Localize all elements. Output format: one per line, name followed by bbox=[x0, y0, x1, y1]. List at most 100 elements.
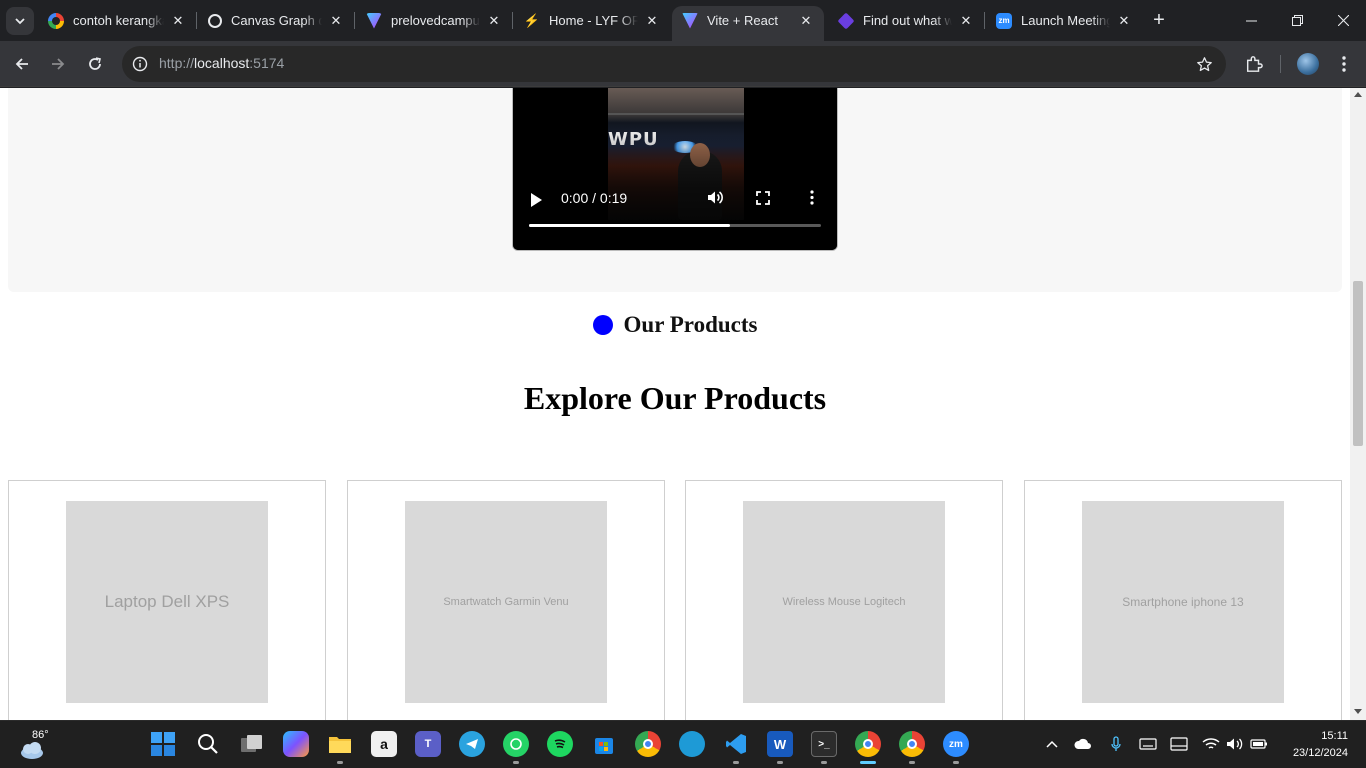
frame-shelf bbox=[608, 113, 744, 115]
avatar bbox=[1297, 53, 1319, 75]
reload-button[interactable] bbox=[79, 48, 111, 80]
info-icon[interactable] bbox=[130, 54, 150, 74]
running-indicator bbox=[337, 761, 343, 764]
chrome-icon[interactable] bbox=[635, 731, 661, 757]
close-icon[interactable]: ✕ bbox=[958, 13, 974, 29]
running-indicator bbox=[909, 761, 915, 764]
toolbar-divider bbox=[1280, 55, 1281, 73]
tab-separator bbox=[196, 12, 197, 29]
scroll-up-icon[interactable] bbox=[1354, 92, 1362, 97]
browser-toolbar: http://localhost:5174 bbox=[0, 41, 1366, 87]
windows-taskbar: 86° a T W >_ zm 15:11 23/12/2024 bbox=[0, 720, 1366, 768]
new-tab-button[interactable]: + bbox=[1147, 8, 1171, 32]
tab-prelovedcampus[interactable]: prelovedcampus ✕ bbox=[356, 6, 512, 35]
search-icon[interactable] bbox=[195, 731, 221, 757]
close-icon[interactable]: ✕ bbox=[170, 13, 186, 29]
video-progress-bar[interactable] bbox=[529, 224, 821, 227]
microsoft-store-icon[interactable] bbox=[591, 731, 617, 757]
tab-find-out[interactable]: Find out what we ✕ bbox=[828, 6, 984, 35]
vscode-icon[interactable] bbox=[723, 731, 749, 757]
tab-title: contoh kerangka bbox=[73, 13, 164, 28]
terminal-icon[interactable]: >_ bbox=[811, 731, 837, 757]
temperature-text: 86° bbox=[32, 729, 49, 741]
fullscreen-icon[interactable] bbox=[756, 191, 770, 210]
tab-separator bbox=[354, 12, 355, 29]
chevron-up-icon[interactable] bbox=[1043, 735, 1061, 753]
forward-button[interactable] bbox=[42, 48, 74, 80]
close-icon[interactable]: ✕ bbox=[644, 13, 660, 29]
section-label: Our Products bbox=[0, 312, 1350, 338]
product-card[interactable]: Smartwatch Garmin Venu bbox=[347, 480, 665, 720]
keyboard-icon[interactable] bbox=[1139, 735, 1157, 753]
play-icon[interactable] bbox=[531, 193, 542, 207]
battery-icon[interactable] bbox=[1250, 735, 1268, 753]
address-bar[interactable]: http://localhost:5174 bbox=[122, 46, 1226, 82]
page-scrollbar[interactable] bbox=[1350, 88, 1366, 720]
file-explorer-icon[interactable] bbox=[327, 731, 353, 757]
video-player[interactable]: WPU 0:00 / 0:19 bbox=[512, 88, 838, 251]
scroll-down-icon[interactable] bbox=[1354, 709, 1362, 714]
microphone-icon[interactable] bbox=[1107, 735, 1125, 753]
menu-button[interactable] bbox=[1328, 48, 1360, 80]
task-view-icon[interactable] bbox=[239, 731, 265, 757]
url-text[interactable]: http://localhost:5174 bbox=[159, 55, 284, 71]
spotify-icon[interactable] bbox=[547, 731, 573, 757]
tab-launch-meeting[interactable]: zm Launch Meeting ✕ bbox=[986, 6, 1142, 35]
product-card[interactable]: Laptop Dell XPS bbox=[8, 480, 326, 720]
bookmark-star-icon[interactable] bbox=[1194, 54, 1214, 74]
tab-home-lyf-office[interactable]: ⚡ Home - LYF OFFICE ✕ bbox=[514, 6, 670, 35]
display-icon[interactable] bbox=[1170, 735, 1188, 753]
video-progress-fill bbox=[529, 224, 731, 227]
video-more-icon[interactable] bbox=[810, 190, 814, 210]
scroll-thumb[interactable] bbox=[1353, 281, 1363, 446]
app-icon[interactable] bbox=[679, 731, 705, 757]
volume-icon[interactable] bbox=[1226, 735, 1244, 753]
restore-icon bbox=[1291, 14, 1303, 26]
restore-button[interactable] bbox=[1274, 0, 1320, 40]
copilot-icon[interactable] bbox=[283, 731, 309, 757]
tab-contoh-kerangka[interactable]: contoh kerangka ✕ bbox=[38, 6, 196, 35]
clock-time: 15:11 bbox=[1321, 730, 1348, 742]
tab-title: Find out what we bbox=[863, 13, 952, 28]
reload-icon bbox=[89, 57, 101, 70]
windows-start-icon[interactable] bbox=[150, 731, 176, 757]
close-icon[interactable]: ✕ bbox=[486, 13, 502, 29]
wifi-icon[interactable] bbox=[1202, 735, 1220, 753]
page-title: Explore Our Products bbox=[523, 380, 827, 416]
system-clock[interactable]: 15:11 23/12/2024 bbox=[1293, 728, 1348, 762]
whatsapp-icon[interactable] bbox=[503, 731, 529, 757]
extensions-button[interactable] bbox=[1238, 48, 1270, 80]
running-indicator bbox=[513, 761, 519, 764]
more-vertical-icon bbox=[1342, 56, 1346, 72]
close-icon[interactable]: ✕ bbox=[1116, 13, 1132, 29]
minimize-button[interactable] bbox=[1228, 0, 1274, 40]
chrome-active-icon[interactable] bbox=[855, 731, 881, 757]
onedrive-icon[interactable] bbox=[1074, 735, 1092, 753]
tab-separator bbox=[984, 12, 985, 29]
profile-button[interactable] bbox=[1292, 48, 1324, 80]
telegram-icon[interactable] bbox=[459, 731, 485, 757]
tab-title: prelovedcampus bbox=[391, 13, 480, 28]
tab-canvas-graph[interactable]: Canvas Graph dan ✕ bbox=[198, 6, 354, 35]
volume-icon[interactable] bbox=[707, 190, 724, 210]
product-card[interactable]: Smartphone iphone 13 bbox=[1024, 480, 1342, 720]
tab-search-button[interactable] bbox=[6, 7, 34, 35]
amazon-icon[interactable]: a bbox=[371, 731, 397, 757]
teams-icon[interactable]: T bbox=[415, 731, 441, 757]
zoom-icon[interactable]: zm bbox=[943, 731, 969, 757]
close-icon[interactable]: ✕ bbox=[798, 13, 814, 29]
weather-widget[interactable]: 86° bbox=[18, 729, 58, 761]
section-label-text: Our Products bbox=[623, 312, 758, 337]
product-card[interactable]: Wireless Mouse Logitech bbox=[685, 480, 1003, 720]
lyf-icon: ⚡ bbox=[523, 12, 541, 28]
close-icon[interactable]: ✕ bbox=[328, 13, 344, 29]
product-image-placeholder: Wireless Mouse Logitech bbox=[743, 501, 945, 703]
back-button[interactable] bbox=[6, 48, 38, 80]
puzzle-icon bbox=[1246, 56, 1263, 72]
product-image-placeholder: Laptop Dell XPS bbox=[66, 501, 268, 703]
chrome-profile-icon[interactable] bbox=[899, 731, 925, 757]
close-window-button[interactable] bbox=[1320, 0, 1366, 40]
tab-vite-react[interactable]: Vite + React ✕ bbox=[672, 6, 824, 41]
word-icon[interactable]: W bbox=[767, 731, 793, 757]
tab-strip: contoh kerangka ✕ Canvas Graph dan ✕ pre… bbox=[0, 0, 1366, 41]
